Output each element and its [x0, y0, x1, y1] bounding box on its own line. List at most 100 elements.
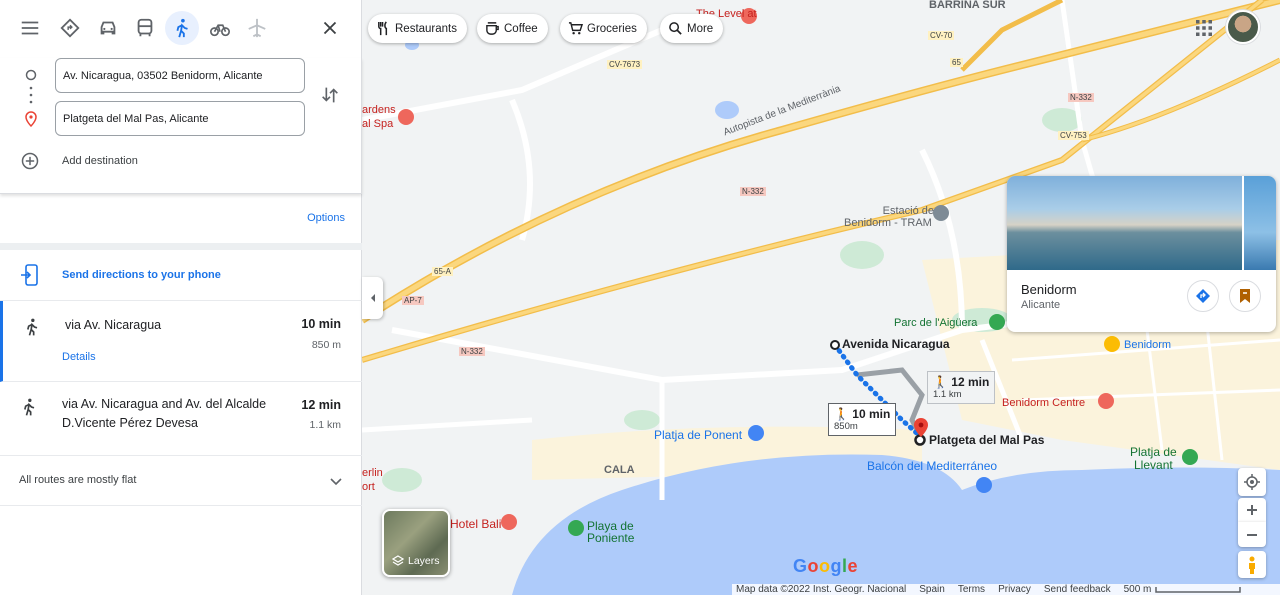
mode-cycling-button[interactable]: [203, 11, 237, 45]
layers-button[interactable]: Layers: [382, 509, 450, 577]
chip-restaurants[interactable]: Restaurants: [368, 14, 468, 43]
road-label: N-332: [1068, 93, 1094, 102]
swap-icon[interactable]: [319, 84, 341, 106]
chip-more[interactable]: More: [660, 14, 724, 43]
place-subtitle: Alicante: [1021, 299, 1061, 311]
route-box-time: 10 min: [852, 407, 891, 421]
chip-label: Restaurants: [395, 22, 458, 35]
chevron-down-icon: [330, 478, 342, 486]
search-icon: [669, 22, 682, 35]
poi-label: Hotel Bali: [450, 517, 502, 531]
poi-label: Benidorm: [1124, 339, 1172, 351]
place-directions-button[interactable]: [1187, 280, 1219, 312]
mode-walking-button[interactable]: [165, 11, 199, 45]
map-attribution-bar: Map data ©2022 Inst. Geogr. Nacional Spa…: [732, 584, 1280, 595]
walk-icon: 🚶: [933, 375, 948, 389]
bus-icon: [137, 18, 153, 37]
area-label: BARRINA SUR: [929, 0, 1006, 11]
plane-icon: [248, 18, 266, 38]
poi-label: Estació de: [882, 205, 934, 217]
map-data-credit: Map data ©2022 Inst. Geogr. Nacional: [736, 584, 907, 595]
place-card[interactable]: Benidorm Alicante: [1007, 176, 1276, 332]
place-photo-secondary[interactable]: [1244, 176, 1276, 270]
poi-label: Platja de: [1130, 445, 1177, 459]
waypoints-section: Av. Nicaragua, 03502 Benidorm, Alicante …: [0, 58, 362, 194]
my-location-icon: [1244, 474, 1260, 490]
route-via-label: via Av. Nicaragua: [65, 318, 162, 332]
road-label: 65-A: [432, 267, 453, 276]
send-to-phone-icon: [21, 264, 38, 286]
place-save-button[interactable]: [1229, 280, 1261, 312]
route-option-1[interactable]: via Av. Nicaragua 10 min 850 m Details: [0, 301, 362, 382]
place-photo[interactable]: [1007, 176, 1242, 270]
mode-driving-button[interactable]: [91, 11, 125, 45]
send-feedback-link[interactable]: Send feedback: [1044, 584, 1111, 595]
chip-coffee[interactable]: Coffee: [477, 14, 548, 43]
route-time: 12 min: [301, 398, 341, 412]
mode-best-button[interactable]: [53, 11, 87, 45]
send-directions-label: Send directions to your phone: [62, 269, 221, 281]
layers-icon: [392, 555, 404, 566]
region-link[interactable]: Spain: [919, 584, 945, 595]
caret-left-icon: [370, 294, 375, 302]
close-directions-button[interactable]: [313, 11, 347, 45]
poi-label: Balcón del Mediterráneo: [867, 459, 998, 473]
bookmark-icon: [1240, 289, 1250, 303]
poi-label: ort: [362, 481, 375, 493]
privacy-link[interactable]: Privacy: [998, 584, 1031, 595]
add-destination-button[interactable]: Add destination: [62, 155, 138, 167]
destination-label: Platgeta del Mal Pas: [929, 433, 1045, 447]
add-destination-icon[interactable]: [20, 151, 40, 171]
send-directions-row[interactable]: Send directions to your phone: [0, 250, 362, 301]
destination-pin-icon: [25, 111, 37, 127]
route-duration-box[interactable]: 🚶 12 min 1.1 km: [927, 371, 996, 404]
route-distance: 1.1 km: [309, 419, 341, 431]
coffee-icon: [486, 22, 499, 35]
close-icon: [323, 21, 337, 35]
map-canvas[interactable]: CV-70 CV-7673 65 N-332 CV-753 N-332 65-A…: [362, 0, 1280, 595]
poi-label: Benidorm Centre: [1002, 397, 1086, 409]
scale-bar: [1155, 586, 1242, 593]
poi-label: erlin: [362, 467, 383, 479]
terms-link[interactable]: Terms: [958, 584, 985, 595]
road-label: 65: [950, 58, 963, 67]
my-location-button[interactable]: [1238, 468, 1266, 496]
directions-panel: Av. Nicaragua, 03502 Benidorm, Alicante …: [0, 0, 362, 595]
mode-transit-button[interactable]: [128, 11, 162, 45]
road-label: CV-753: [1058, 131, 1089, 140]
poi-label: Benidorm - TRAM: [844, 217, 932, 229]
route-details-link[interactable]: Details: [62, 351, 96, 363]
options-button[interactable]: Options: [307, 212, 345, 224]
route-option-2[interactable]: via Av. Nicaragua and Av. del Alcalde D.…: [0, 382, 362, 456]
poi-label: Platja de Ponent: [654, 428, 743, 442]
directions-diamond-icon: [1196, 289, 1210, 303]
poi-label: Llevant: [1134, 458, 1173, 472]
route-distance: 850 m: [311, 339, 341, 351]
road-label: CV-7673: [607, 60, 643, 69]
scale-label[interactable]: 500 m: [1124, 584, 1152, 595]
route-duration-box[interactable]: 🚶 10 min 850m: [828, 403, 897, 436]
zoom-out-button[interactable]: [1238, 522, 1266, 547]
route-box-distance: 1.1 km: [933, 389, 962, 400]
route-time: 10 min: [301, 317, 341, 331]
mode-flights-button[interactable]: [240, 11, 274, 45]
zoom-in-button[interactable]: [1238, 498, 1266, 522]
walk-icon: [24, 398, 35, 416]
travel-mode-bar: [0, 0, 362, 58]
road-label: N-332: [459, 347, 485, 356]
walk-icon: 🚶: [834, 407, 849, 421]
area-label: CALA: [604, 464, 635, 476]
collapse-panel-button[interactable]: [362, 277, 383, 319]
street-view-pegman[interactable]: [1238, 551, 1266, 578]
chip-groceries[interactable]: Groceries: [560, 14, 647, 43]
route-box-distance: 850m: [834, 421, 858, 432]
chip-label: More: [687, 22, 714, 35]
poi-label: Parc de l'Aigüera: [894, 317, 978, 329]
account-avatar[interactable]: [1226, 10, 1260, 44]
origin-input[interactable]: Av. Nicaragua, 03502 Benidorm, Alicante: [55, 58, 305, 93]
route-terrain-row[interactable]: All routes are mostly flat: [0, 456, 362, 506]
destination-input[interactable]: Platgeta del Mal Pas, Alicante: [55, 101, 305, 136]
apps-grid-icon[interactable]: [1195, 19, 1213, 37]
menu-button[interactable]: [13, 11, 47, 45]
road-label: N-332: [740, 187, 766, 196]
